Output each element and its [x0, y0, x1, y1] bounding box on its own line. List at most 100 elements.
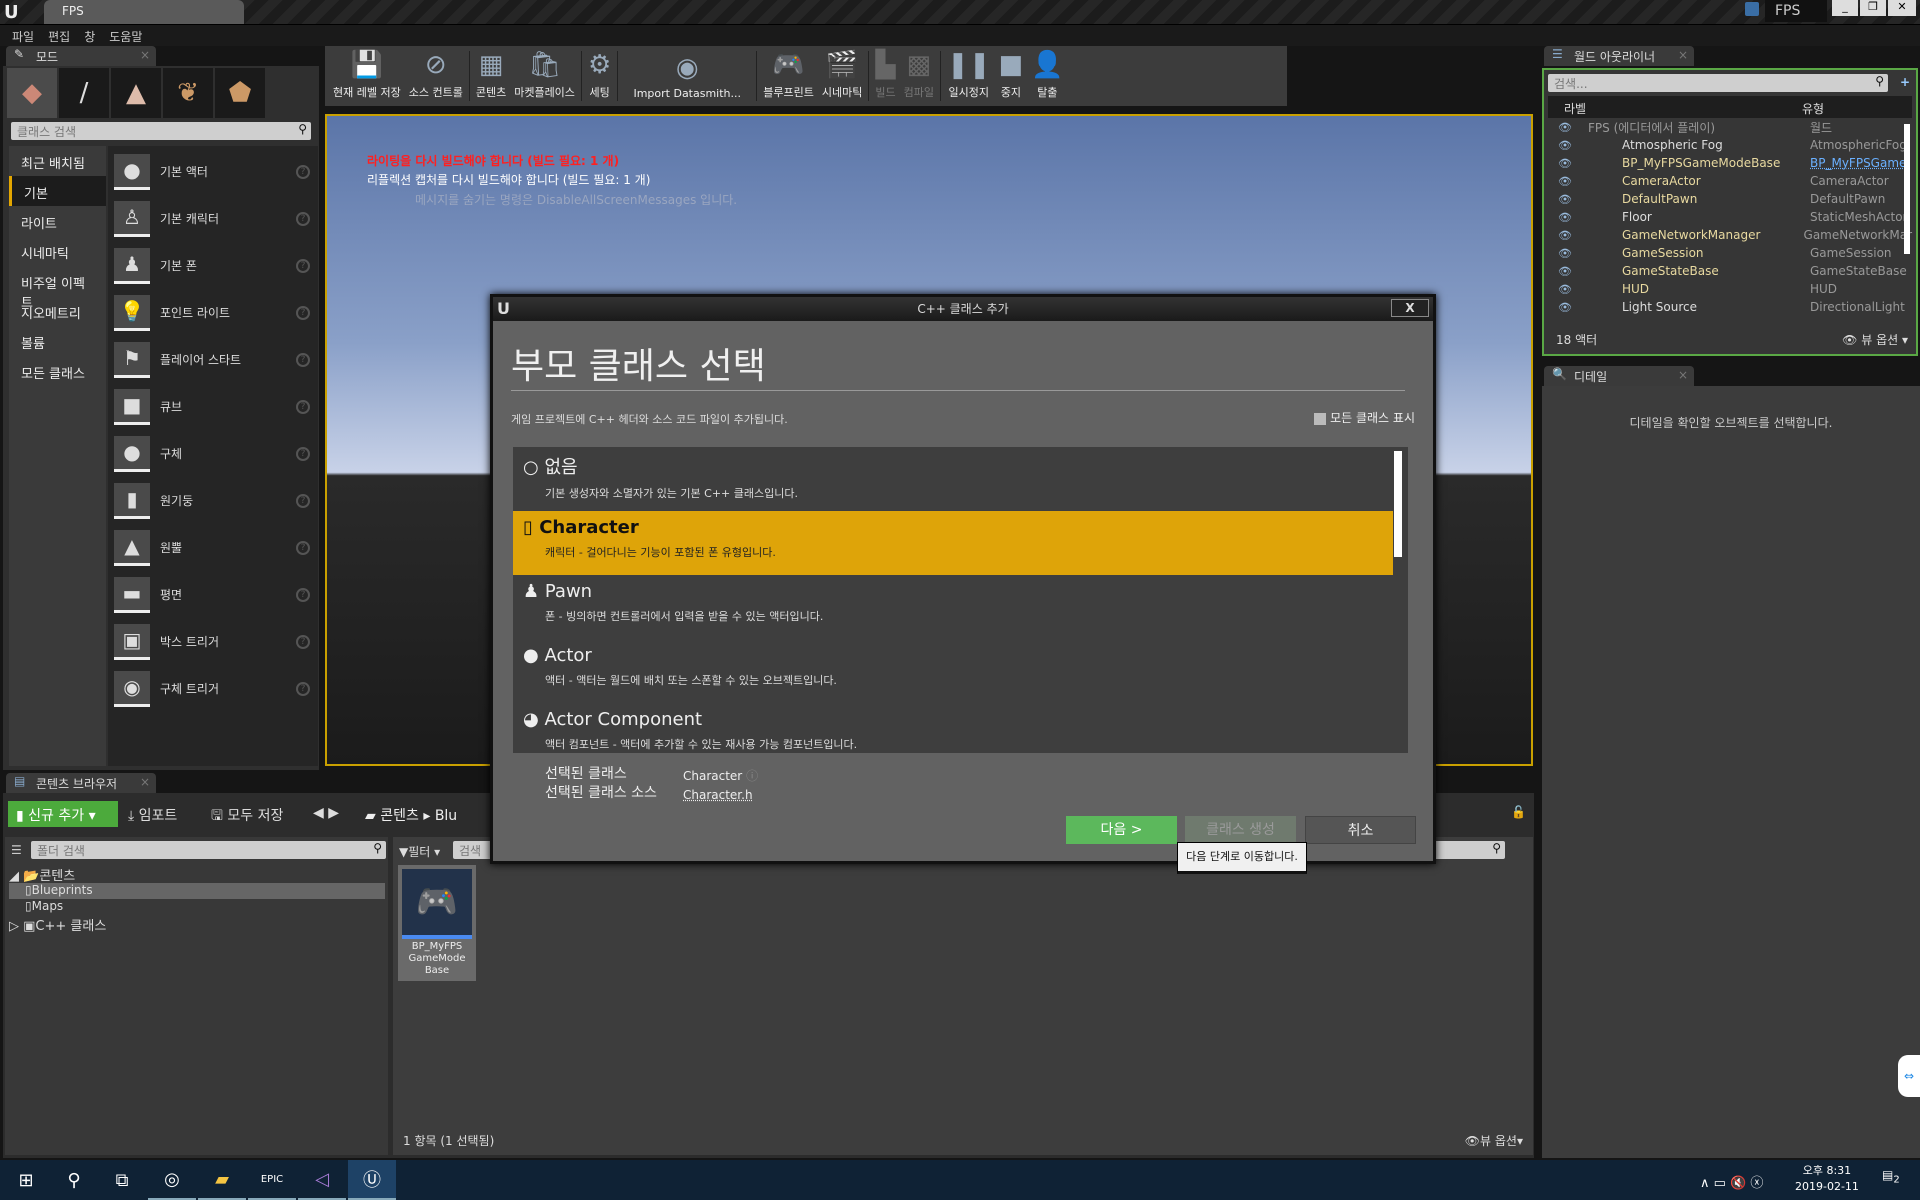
list-item[interactable]: ● 구체? [108, 430, 318, 477]
tree-item-cpp-classes[interactable]: ▷ ▣C++ 클래스 [9, 915, 385, 935]
help-icon[interactable]: ? [296, 305, 310, 320]
add-actor-icon[interactable]: + [1900, 75, 1910, 89]
label-column-header[interactable]: 라벨 [1548, 100, 1802, 118]
class-search-input[interactable]: 클래스 검색 ⚲ [11, 122, 311, 140]
save-level-button[interactable]: 💾 현재 레벨 저장 [329, 48, 405, 104]
list-item[interactable]: ● 기본 액터? [108, 148, 318, 195]
list-item[interactable]: ♙ 기본 캐릭터? [108, 195, 318, 242]
forward-icon[interactable]: ▶ [328, 805, 339, 821]
category-cinematic[interactable]: 시네마틱 [9, 236, 106, 266]
stop-button[interactable]: ■ 중지 [995, 48, 1028, 104]
list-item[interactable]: ■ 큐브? [108, 383, 318, 430]
visibility-eye-icon[interactable]: 👁 [1558, 265, 1572, 278]
maximize-button[interactable]: ❐ [1860, 0, 1886, 16]
class-list-scrollbar[interactable] [1394, 451, 1402, 557]
pause-button[interactable]: ❚❚ 일시정지 [943, 48, 995, 104]
visibility-eye-icon[interactable]: 👁 [1558, 139, 1572, 152]
close-tab-icon[interactable]: × [140, 48, 150, 62]
help-icon[interactable]: ? [296, 164, 310, 179]
windows-start-icon[interactable]: ⊞ [2, 1160, 50, 1200]
tree-item-content[interactable]: ◢ 📂콘텐츠 [9, 865, 385, 884]
close-tab-icon[interactable]: × [140, 775, 150, 789]
epic-games-icon[interactable]: EPIC [248, 1160, 296, 1200]
visibility-eye-icon[interactable]: 👁 [1558, 193, 1572, 206]
back-icon[interactable]: ◀ [313, 805, 324, 821]
breadcrumb-content[interactable]: 콘텐츠 [380, 808, 419, 824]
foliage-mode-icon[interactable]: ❦ [163, 68, 213, 118]
list-item[interactable]: ⚑ 플레이어 스타트? [108, 336, 318, 383]
visibility-eye-icon[interactable]: 👁 [1558, 229, 1572, 242]
project-tab[interactable]: FPS [44, 0, 244, 24]
visibility-eye-icon[interactable]: 👁 [1558, 301, 1572, 314]
type-column-header[interactable]: 유형 [1802, 100, 1824, 118]
asset-tile[interactable]: 🎮 BP_MyFPS GameMode Base [398, 865, 476, 981]
outliner-row[interactable]: 👁 CameraActor CameraActor [1548, 172, 1912, 190]
paint-mode-icon[interactable]: / [59, 68, 109, 118]
outliner-tab[interactable]: ☰ 월드 아웃라이너 × [1544, 46, 1694, 66]
folder-search-input[interactable]: 폴더 검색 ⚲ [31, 841, 386, 859]
help-icon[interactable]: ? [296, 587, 310, 602]
category-basic[interactable]: 기본 [9, 176, 106, 206]
selected-class-source-link[interactable]: Character.h [683, 786, 758, 805]
create-class-button[interactable]: 클래스 생성 [1185, 816, 1296, 844]
content-button[interactable]: ▦ 콘텐츠 [472, 48, 510, 104]
outliner-search-input[interactable]: 검색... ⚲ [1548, 74, 1888, 92]
help-icon[interactable]: ? [296, 493, 310, 508]
help-icon[interactable]: ? [296, 352, 310, 367]
breadcrumb-blueprints[interactable]: Blu [435, 808, 457, 824]
help-icon[interactable]: ? [296, 540, 310, 555]
outliner-row[interactable]: 👁 FPS (에디터에서 플레이) 월드 [1548, 118, 1912, 136]
list-item[interactable]: ▬ 평면? [108, 571, 318, 618]
visibility-eye-icon[interactable]: 👁 [1558, 175, 1572, 188]
eject-button[interactable]: 👤 탈출 [1027, 48, 1067, 104]
search-icon[interactable]: ⚲ [50, 1160, 98, 1200]
menu-file[interactable]: 파일 [12, 28, 34, 44]
tree-item-blueprints[interactable]: ▯Blueprints [9, 883, 385, 899]
compile-button[interactable]: ▩ 컴파일 [900, 48, 938, 104]
visibility-eye-icon[interactable]: 👁 [1558, 283, 1572, 296]
visibility-eye-icon[interactable]: 👁 [1558, 157, 1572, 170]
visibility-eye-icon[interactable]: 👁 [1558, 121, 1572, 134]
category-volumes[interactable]: 볼륨 [9, 326, 106, 356]
outliner-row[interactable]: 👁 DefaultPawn DefaultPawn [1548, 190, 1912, 208]
list-item[interactable]: ▮ 원기둥? [108, 477, 318, 524]
help-icon[interactable]: ? [296, 399, 310, 414]
modes-tab[interactable]: ✎ 모드 × [6, 46, 156, 66]
source-control-button[interactable]: ⊘ 소스 컨트롤 [405, 48, 467, 104]
history-nav[interactable]: ◀ ▶ [313, 805, 339, 821]
help-icon[interactable]: ? [296, 211, 310, 226]
save-all-button[interactable]: 🖫 모두 저장 [211, 805, 283, 829]
menu-window[interactable]: 창 [84, 28, 95, 44]
category-recent[interactable]: 최근 배치됨 [9, 146, 106, 176]
system-tray-icons[interactable]: ∧ ▭ 🔇 ⓧ [1700, 1172, 1763, 1191]
outliner-row[interactable]: 👁 Light Source DirectionalLight [1548, 298, 1912, 316]
clock[interactable]: 오후 8:31 2019-02-11 [1795, 1163, 1859, 1195]
outliner-row[interactable]: 👁 HUD HUD [1548, 280, 1912, 298]
import-datasmith-button[interactable]: ◉ Import Datasmith... [620, 48, 754, 104]
dialog-close-button[interactable]: X [1391, 299, 1429, 317]
category-visual-effects[interactable]: 비주얼 이펙트 [9, 266, 106, 311]
class-item-actor[interactable]: ● Actor 액터 - 액터는 월드에 배치 또는 스폰할 수 있는 오브젝트… [513, 639, 1408, 703]
close-button[interactable]: ✕ [1888, 0, 1916, 16]
close-tab-icon[interactable]: × [1678, 368, 1688, 382]
unreal-editor-icon[interactable]: Ⓤ [348, 1160, 396, 1200]
show-all-classes-checkbox[interactable]: 모든 클래스 표시 [1314, 409, 1415, 426]
outliner-row[interactable]: 👁 GameSession GameSession [1548, 244, 1912, 262]
landscape-mode-icon[interactable]: ▲ [111, 68, 161, 118]
class-item-character[interactable]: ▯ Character 캐릭터 - 걸어다니는 기능이 포함된 폰 유형입니다. [513, 511, 1393, 575]
lock-icon[interactable]: 🔓 [1511, 805, 1526, 819]
checkbox-icon[interactable] [1314, 412, 1327, 425]
source-control-status-icon[interactable] [1745, 2, 1759, 16]
list-item[interactable]: ♟ 기본 폰? [108, 242, 318, 289]
place-mode-icon[interactable]: ◆ [7, 68, 57, 118]
teamviewer-icon[interactable]: ⇔ [1898, 1055, 1920, 1097]
help-icon[interactable]: ? [296, 258, 310, 273]
actor-type[interactable]: BP_MyFPSGame [1810, 156, 1906, 170]
outliner-scrollbar[interactable] [1904, 124, 1910, 254]
list-item[interactable]: ◉ 구체 트리거? [108, 665, 318, 712]
next-button[interactable]: 다음 > [1066, 816, 1177, 844]
list-item[interactable]: ▲ 원뿔? [108, 524, 318, 571]
outliner-row[interactable]: 👁 Atmospheric Fog AtmosphericFog [1548, 136, 1912, 154]
list-item[interactable]: 💡 포인트 라이트? [108, 289, 318, 336]
class-item-none[interactable]: ○ 없음 기본 생성자와 소멸자가 있는 기본 C++ 클래스입니다. [513, 447, 1408, 511]
